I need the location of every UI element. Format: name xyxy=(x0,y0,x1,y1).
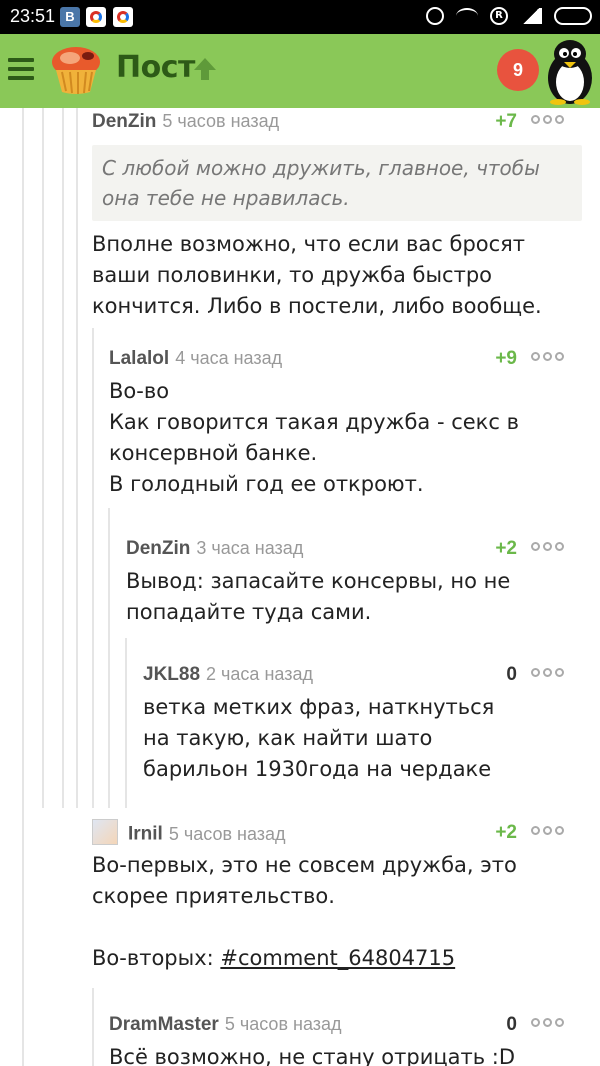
thread-line xyxy=(22,108,24,1066)
comment-text: Вполне возможно, что если вас бросят ваш… xyxy=(92,232,542,318)
comment-rating: +2 xyxy=(495,822,517,843)
comment-rating: 0 xyxy=(506,664,517,685)
more-icon[interactable] xyxy=(531,1018,564,1027)
comment-time: 4 часа назад xyxy=(175,348,283,368)
comment: Lalalol 4 часа назад +9 Во-во Как говорит… xyxy=(109,348,582,500)
comment-link[interactable]: #comment_64804715 xyxy=(220,946,455,970)
comment-rating: +9 xyxy=(495,348,517,369)
battery-icon xyxy=(554,7,592,25)
more-icon[interactable] xyxy=(531,352,564,361)
comment: DramMaster 5 часов назад 0 Всё возможно, … xyxy=(109,1014,582,1066)
comment-author[interactable]: JKL88 xyxy=(143,664,200,685)
comment-header: DramMaster 5 часов назад 0 xyxy=(109,1014,582,1042)
comment-author[interactable]: DenZin xyxy=(92,111,156,132)
signal-icon xyxy=(520,8,542,24)
comment-author[interactable]: DramMaster xyxy=(109,1014,219,1035)
comment-text-prefix: Во-вторых: xyxy=(92,946,221,970)
comment-author[interactable]: DenZin xyxy=(126,538,190,559)
comment-rating: 0 xyxy=(506,1014,517,1035)
thread-line xyxy=(92,328,94,808)
comment: DenZin 5 часов назад +7 С любой можно дру… xyxy=(92,111,582,322)
comments-feed[interactable]: DenZin 5 часов назад +7 С любой можно дру… xyxy=(0,108,600,1066)
thread-line xyxy=(42,108,44,808)
comment-header: Lalalol 4 часа назад +9 xyxy=(109,348,582,376)
comment-header: DenZin 5 часов назад +7 xyxy=(92,111,582,139)
comment-text-2: Во-вторых: #comment_64804715 xyxy=(92,943,582,974)
logo-icon[interactable] xyxy=(48,44,104,96)
comment-time: 3 часа назад xyxy=(196,538,304,558)
comment-text: Всё возможно, не стану отрицать :D xyxy=(109,1045,516,1066)
comment: JKL88 2 часа назад 0 ветка метких фраз, н… xyxy=(143,664,582,785)
app-bar: Пост 9 xyxy=(0,34,600,108)
thread-line xyxy=(125,638,127,808)
comment-rating: +7 xyxy=(495,111,517,132)
comment-time: 2 часа назад xyxy=(206,664,313,684)
comment-header: JKL88 2 часа назад 0 xyxy=(143,664,582,692)
status-bar: 23:51 В R xyxy=(0,0,600,34)
thread-line xyxy=(92,988,94,1066)
comment-time: 5 часов назад xyxy=(168,823,286,844)
comment-header: Irnil 5 часов назад +2 xyxy=(92,819,582,850)
comment-author[interactable]: Lalalol xyxy=(109,348,169,369)
wifi-icon xyxy=(456,8,478,24)
arrow-up-icon[interactable] xyxy=(192,56,218,82)
comment-quote: С любой можно дружить, главное, чтобы он… xyxy=(92,145,582,221)
thread-line xyxy=(108,508,110,808)
chrome-icon xyxy=(86,7,106,27)
vk-icon: В xyxy=(60,7,80,27)
user-avatar[interactable] xyxy=(92,819,118,845)
registered-icon: R xyxy=(490,7,508,25)
comment: Irnil 5 часов назад +2 Во-первых, это не … xyxy=(92,819,582,974)
comment-text: ветка метких фраз, наткнуться на такую, … xyxy=(143,695,495,781)
thread-line xyxy=(76,108,78,808)
page-title: Пост xyxy=(116,50,195,85)
avatar[interactable] xyxy=(542,38,598,106)
alarm-icon xyxy=(426,7,444,25)
more-icon[interactable] xyxy=(531,826,564,835)
status-time: 23:51 xyxy=(10,6,56,26)
comment-header: DenZin 3 часа назад +2 xyxy=(126,538,582,566)
comment-rating: +2 xyxy=(495,538,517,559)
more-icon[interactable] xyxy=(531,115,564,124)
comment-text: Во-первых, это не совсем дружба, это ско… xyxy=(92,853,517,908)
chrome-icon xyxy=(113,7,133,27)
notification-badge[interactable]: 9 xyxy=(497,49,539,91)
comment-text: Во-во Как говорится такая дружба - секс … xyxy=(109,379,519,496)
more-icon[interactable] xyxy=(531,668,564,677)
menu-icon[interactable] xyxy=(8,58,34,80)
comment-text: Вывод: запасайте консервы, но не попадай… xyxy=(126,569,511,624)
comment-author[interactable]: Irnil xyxy=(128,824,163,845)
comment-time: 5 часов назад xyxy=(162,111,280,131)
more-icon[interactable] xyxy=(531,542,564,551)
comment-time: 5 часов назад xyxy=(224,1014,342,1034)
comment: DenZin 3 часа назад +2 Вывод: запасайте к… xyxy=(126,538,582,628)
thread-line xyxy=(62,108,64,808)
